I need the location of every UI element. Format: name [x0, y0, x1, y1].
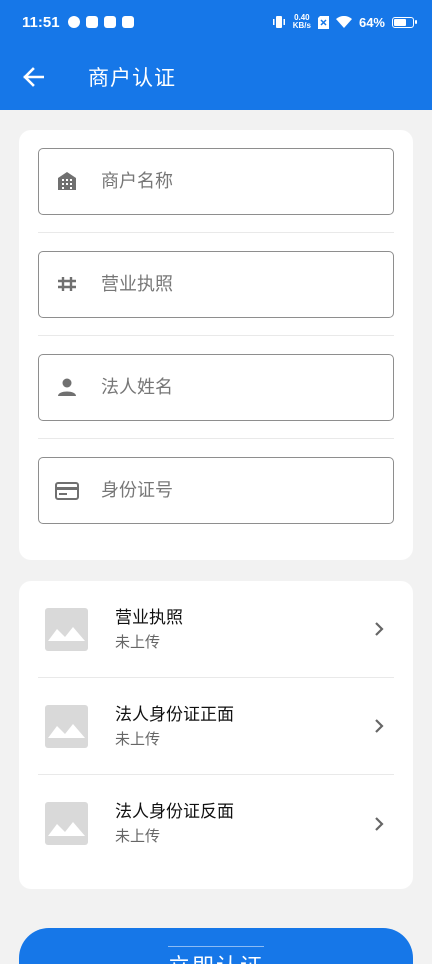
submit-verification-button[interactable]: 立即认证: [19, 928, 413, 964]
chevron-right-icon: [374, 816, 388, 832]
id-number-input[interactable]: [101, 480, 341, 501]
legal-person-name-input[interactable]: [101, 376, 341, 398]
submit-label: 立即认证: [167, 946, 264, 964]
image-placeholder-icon: [45, 704, 88, 748]
message-notification-icon: [103, 16, 116, 28]
building-icon: [55, 169, 79, 193]
upload-title: 法人身份证正面: [115, 704, 234, 725]
business-license-field[interactable]: [38, 250, 394, 318]
chevron-right-icon: [374, 718, 388, 734]
image-placeholder-icon: [45, 607, 88, 651]
app-notification-icon: [85, 16, 98, 28]
upload-status: 未上传: [115, 632, 161, 651]
upload-text: 法人身份证反面 未上传: [115, 800, 234, 847]
image-placeholder-icon: [45, 802, 88, 845]
sim-off-icon: [317, 15, 329, 29]
field-row-legal-person: [38, 336, 394, 439]
upload-business-license[interactable]: 营业执照 未上传: [38, 581, 394, 678]
mail-notification-icon: [121, 16, 134, 28]
app-bar: 商户认证: [0, 44, 432, 110]
id-number-field[interactable]: [38, 457, 394, 524]
document-upload-list: 营业执照 未上传 法人身份证正面 未上传 法人身份证反面 未上传: [19, 581, 413, 889]
chevron-right-icon: [374, 621, 388, 637]
net-speed-unit: KB/s: [292, 21, 311, 30]
status-right: 0.40 KB/s 64%: [272, 14, 417, 30]
upload-status: 未上传: [115, 827, 161, 845]
field-row-business-license: [38, 233, 394, 336]
battery-percent: 64%: [358, 14, 385, 30]
field-row-id-number: [38, 439, 394, 542]
upload-text: 营业执照 未上传: [115, 606, 183, 653]
wifi-icon: [335, 16, 352, 28]
page-title: 商户认证: [88, 66, 176, 90]
upload-id-front[interactable]: 法人身份证正面 未上传: [38, 678, 394, 775]
upload-id-back[interactable]: 法人身份证反面 未上传: [38, 775, 394, 872]
field-row-merchant-name: [38, 130, 394, 233]
upload-title: 法人身份证反面: [115, 802, 234, 822]
merchant-name-input[interactable]: [101, 170, 341, 192]
merchant-info-form: [19, 130, 413, 560]
business-license-input[interactable]: [101, 273, 341, 295]
id-card-icon: [55, 479, 79, 503]
check-notification-icon: [67, 16, 80, 28]
upload-status: 未上传: [115, 729, 161, 748]
status-left: 11:51: [22, 14, 134, 31]
battery-icon: [392, 16, 417, 28]
net-speed: 0.40 KB/s: [293, 14, 311, 30]
upload-title: 营业执照: [115, 607, 183, 628]
upload-text: 法人身份证正面 未上传: [115, 703, 234, 750]
back-button[interactable]: [0, 44, 66, 110]
status-time: 11:51: [22, 13, 60, 31]
merchant-name-field[interactable]: [38, 147, 394, 215]
license-icon: [55, 272, 79, 296]
arrow-left-icon: [23, 67, 44, 87]
legal-person-name-field[interactable]: [38, 353, 394, 421]
status-bar: 11:51 0.40 KB/s 64%: [0, 0, 432, 44]
person-icon: [55, 375, 79, 399]
vibrate-icon: [272, 16, 285, 28]
